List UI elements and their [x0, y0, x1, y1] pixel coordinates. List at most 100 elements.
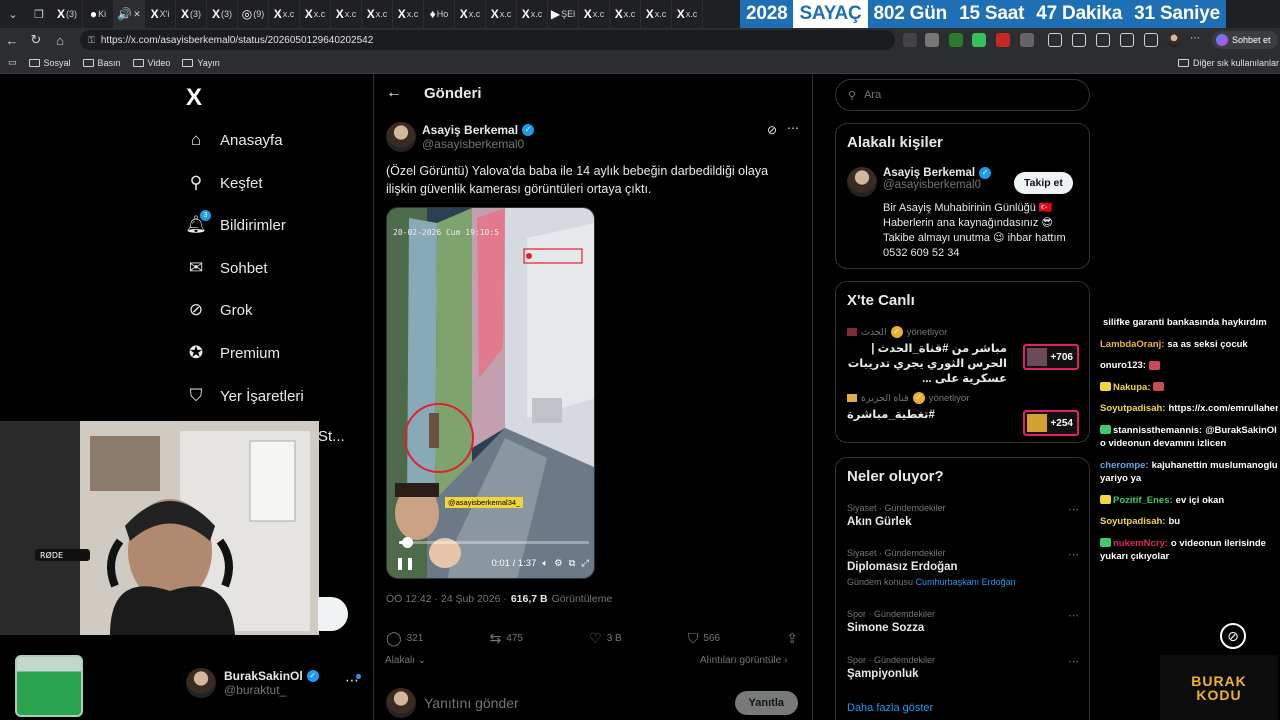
share-button[interactable]: ⇪: [786, 630, 798, 646]
back-arrow-icon[interactable]: ←: [386, 84, 402, 102]
trend-item[interactable]: Spor · Gündemdekiler Simone Sozza ⋯: [847, 609, 1079, 634]
extension-icon[interactable]: [1020, 33, 1034, 47]
trend-item[interactable]: Siyaset · Gündemdekiler Diplomasız Erdoğ…: [847, 548, 1079, 587]
search-input[interactable]: ⚲ Ara: [835, 79, 1090, 111]
video-progress-bar[interactable]: [399, 537, 589, 548]
browser-tab[interactable]: Xx.c: [300, 0, 331, 28]
back-icon[interactable]: ←: [0, 28, 24, 52]
trend-more-icon[interactable]: ⋯: [1068, 609, 1079, 622]
nav-home[interactable]: ⌂ Anasayfa: [186, 125, 283, 155]
pause-icon[interactable]: ❚❚: [395, 556, 415, 570]
browser-tab[interactable]: ♦ Ho: [424, 0, 455, 28]
show-more-link[interactable]: Daha fazla göster: [847, 702, 933, 714]
trend-more-icon[interactable]: ⋯: [1068, 503, 1079, 516]
account-switcher[interactable]: BurakSakinOl ✓ @buraktut_: [186, 668, 319, 698]
browser-tab[interactable]: X X'i: [145, 0, 176, 28]
bookmark-folder-sosyal[interactable]: Sosyal: [28, 58, 71, 68]
reply-button[interactable]: ◯ 321: [386, 630, 423, 646]
browser-tab[interactable]: Xx.c: [486, 0, 517, 28]
trend-topic-link[interactable]: Cumhurbaşkanı Erdoğan: [916, 577, 1016, 587]
listener-count[interactable]: +254: [1023, 410, 1079, 436]
picture-in-picture-icon[interactable]: ⧉: [569, 558, 576, 569]
browser-tab[interactable]: ◎ (9): [238, 0, 269, 28]
browser-tab[interactable]: Xx.c: [672, 0, 703, 28]
browser-tab[interactable]: ▶ ŞEl: [548, 0, 579, 28]
trend-more-icon[interactable]: ⋯: [1068, 548, 1079, 561]
bookmark-button[interactable]: ⛉ 566: [688, 630, 720, 646]
nav-explore[interactable]: ⚲ Keşfet: [186, 168, 263, 198]
repost-button[interactable]: ⇆ 475: [490, 630, 523, 646]
extension-icon[interactable]: [949, 33, 963, 47]
browser-tab[interactable]: 🔊 ✕: [114, 0, 145, 28]
extension-icon[interactable]: [925, 33, 939, 47]
copilot-chat-button[interactable]: Sohbet et: [1212, 31, 1278, 49]
nav-bookmarks[interactable]: ⛉ Yer İşaretleri: [186, 381, 304, 411]
tab-list-button[interactable]: ⌄: [0, 0, 26, 28]
browser-essentials-icon[interactable]: [1120, 33, 1134, 47]
volume-icon[interactable]: 🔈︎: [542, 558, 548, 569]
nav-grok[interactable]: ⊘ Grok: [186, 295, 253, 325]
follow-button[interactable]: Takip et: [1014, 172, 1073, 194]
fullscreen-icon[interactable]: ⤢: [581, 558, 589, 569]
nav-messages[interactable]: ✉ Sohbet: [186, 253, 268, 283]
post-button-partial[interactable]: [318, 597, 348, 631]
browser-profile-avatar[interactable]: [1167, 33, 1181, 47]
bookmark-folder-video[interactable]: Video: [132, 58, 170, 68]
live-item[interactable]: الحدث ✓ yönetliyor مباشر من #قناة_الحدث | …: [847, 326, 1079, 387]
nav-notifications[interactable]: 🔔︎ 3 Bildirimler: [185, 210, 286, 240]
bookmark-folder-yayin[interactable]: Yayın: [182, 58, 220, 68]
browser-tab[interactable]: X (3): [176, 0, 207, 28]
home-browser-icon[interactable]: ⌂: [48, 28, 72, 52]
live-item[interactable]: قناة الجزيرة ✓ yönetliyor #تغطية_مباشرة +2…: [847, 392, 1079, 436]
extension-icon[interactable]: [903, 33, 917, 47]
video-player[interactable]: 20-02-2026 Cum 19:10:5 @asayisberkemal34…: [386, 207, 595, 579]
extension-icon[interactable]: [972, 33, 986, 47]
browser-tab[interactable]: ● Ki: [83, 0, 114, 28]
avatar[interactable]: [847, 167, 877, 197]
author-handle[interactable]: @asayisberkemal0: [422, 137, 534, 151]
settings-icon[interactable]: ⚙: [554, 558, 563, 569]
post-author[interactable]: Asayiş Berkemal ✓ @asayisberkemal0: [386, 122, 535, 152]
browser-tab[interactable]: Xx.c: [517, 0, 548, 28]
person-name[interactable]: Asayiş Berkemal: [883, 167, 975, 179]
reply-input[interactable]: Yanıtını gönder: [424, 695, 727, 711]
reply-submit-button[interactable]: Yanıtla: [734, 691, 798, 715]
downloads-icon[interactable]: [1144, 33, 1158, 47]
like-button[interactable]: ♡ 3 B: [589, 630, 622, 646]
browser-tab[interactable]: Xx.c: [579, 0, 610, 28]
site-info-icon[interactable]: ⚿: [88, 35, 95, 46]
more-icon[interactable]: ⋯: [1190, 33, 1204, 47]
view-quotes-link[interactable]: Alıntıları görüntüle ›: [700, 655, 787, 666]
favorites-icon[interactable]: [1072, 33, 1086, 47]
workspaces-icon[interactable]: ❐: [26, 0, 52, 28]
post-timestamp[interactable]: ÖÖ 12:42 · 24 Şub 2026 ·: [386, 593, 507, 605]
more-icon[interactable]: ⋯: [787, 121, 799, 135]
nav-premium[interactable]: ✪ Premium: [186, 338, 280, 368]
other-bookmarks[interactable]: Diğer sık kullanılanlar: [1178, 58, 1279, 68]
trend-item[interactable]: Spor · Gündemdekiler Şampiyonluk ⋯: [847, 655, 1079, 680]
collections-icon[interactable]: [1096, 33, 1110, 47]
url-bar[interactable]: ⚿ https://x.com/asayisberkemal0/status/2…: [80, 30, 895, 50]
reload-icon[interactable]: ↻: [24, 28, 48, 52]
x-logo[interactable]: X: [186, 84, 202, 112]
browser-tab[interactable]: Xx.c: [269, 0, 300, 28]
split-screen-icon[interactable]: [1048, 33, 1062, 47]
author-name[interactable]: Asayiş Berkemal: [422, 123, 518, 137]
listener-count[interactable]: +706: [1023, 344, 1079, 370]
browser-tab[interactable]: X (3): [207, 0, 238, 28]
browser-tab[interactable]: Xx.c: [331, 0, 362, 28]
trend-item[interactable]: Siyaset · Gündemdekiler Akın Gürlek ⋯: [847, 503, 1079, 528]
avatar[interactable]: [386, 122, 416, 152]
related-person[interactable]: Asayiş Berkemal ✓ @asayisberkemal0: [847, 167, 992, 197]
browser-tab[interactable]: Xx.c: [610, 0, 641, 28]
browser-tab[interactable]: Xx.c: [393, 0, 424, 28]
reply-sort-dropdown[interactable]: Alakalı ⌄: [385, 655, 426, 666]
browser-tab[interactable]: Xx.c: [641, 0, 672, 28]
trend-more-icon[interactable]: ⋯: [1068, 655, 1079, 668]
browser-tab[interactable]: X (3): [52, 0, 83, 28]
bookmark-folder-basin[interactable]: Basın: [82, 58, 121, 68]
grok-icon[interactable]: ⊘: [767, 123, 777, 137]
bookmarks-app-icon[interactable]: ▭: [8, 57, 17, 68]
video-progress-knob[interactable]: [401, 537, 413, 548]
browser-tab[interactable]: Xx.c: [362, 0, 393, 28]
